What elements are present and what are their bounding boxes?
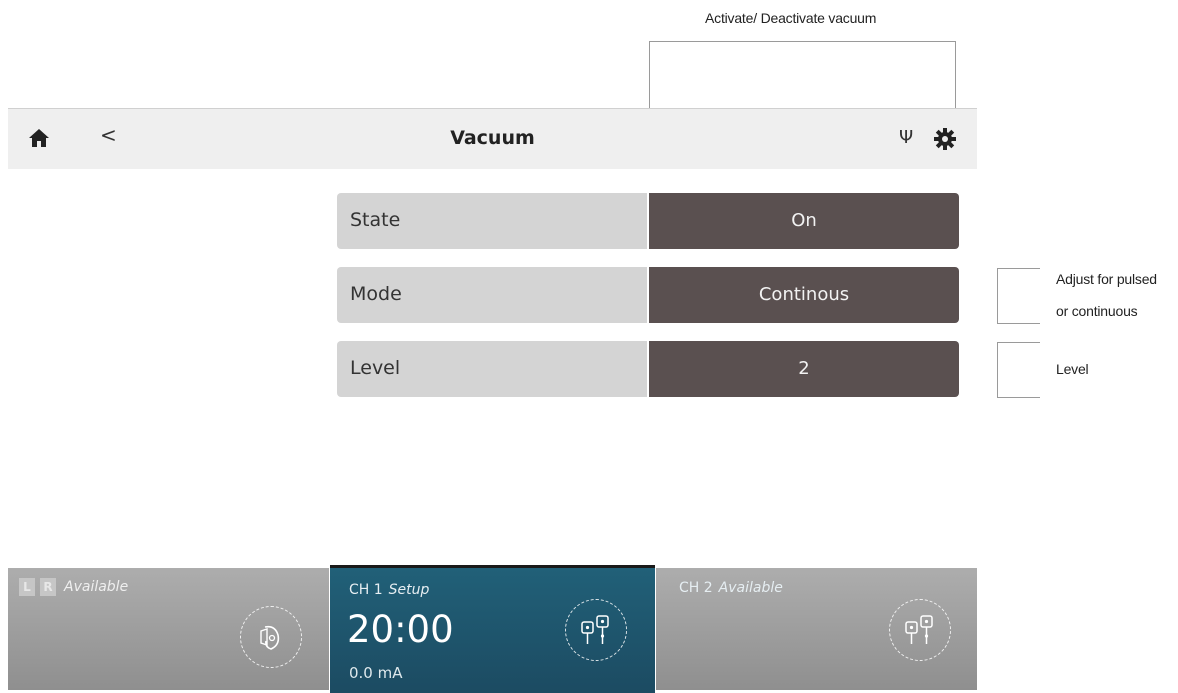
setting-row-level: Level 2 [337, 341, 959, 397]
ch1-panel[interactable]: CH 1 Setup 20:00 0.0 mA [330, 565, 655, 693]
ch1-header: CH 1 Setup [349, 582, 429, 598]
page-title: Vacuum [450, 127, 535, 149]
ch2-header: CH 2 Available [679, 580, 783, 596]
setting-label-cell: State [337, 193, 647, 249]
ch2-status: Available [718, 580, 783, 596]
lr-channel-panel[interactable]: L R Available [8, 568, 329, 690]
ch1-name: CH 1 [349, 582, 383, 598]
electrode-icon[interactable] [889, 599, 951, 661]
ch2-panel[interactable]: CH 2 Available [656, 568, 977, 690]
top-bar: < Vacuum Ψ [8, 108, 977, 169]
right-badge: R [40, 578, 56, 596]
ch1-current: 0.0 mA [349, 664, 403, 682]
annotation-mode-line2: or continuous [1056, 303, 1138, 319]
mode-value-button[interactable]: Continous [649, 267, 959, 323]
setting-value: 2 [798, 358, 810, 379]
setting-value: Continous [758, 284, 850, 305]
device-screen: < Vacuum Ψ State On Mode Continous Level [8, 108, 977, 693]
setting-label-cell: Level [337, 341, 647, 397]
ch1-status: Setup [388, 582, 430, 598]
annotation-line-top [649, 41, 955, 42]
setting-label: Mode [350, 283, 402, 305]
setting-label: State [350, 209, 401, 231]
usb-icon: Ψ [899, 127, 914, 148]
annotation-bracket-mode [997, 268, 1040, 324]
ch1-timer: 20:00 [347, 608, 454, 651]
setting-row-mode: Mode Continous [337, 267, 959, 323]
annotation-mode-line1: Adjust for pulsed [1056, 271, 1157, 287]
ear-clip-icon[interactable] [240, 606, 302, 668]
annotation-level: Level [1056, 361, 1089, 377]
electrode-icon[interactable] [565, 599, 627, 661]
level-value-button[interactable]: 2 [649, 341, 959, 397]
state-value-button[interactable]: On [649, 193, 959, 249]
setting-value: On [791, 210, 817, 231]
left-badge: L [19, 578, 35, 596]
setting-label: Level [350, 357, 401, 379]
ch2-name: CH 2 [679, 580, 713, 596]
annotation-bracket-level [997, 342, 1040, 398]
lr-status: Available [64, 579, 129, 595]
annotation-vacuum-toggle: Activate/ Deactivate vacuum [705, 10, 877, 26]
setting-row-state: State On [337, 193, 959, 249]
gear-icon[interactable] [933, 127, 957, 151]
setting-label-cell: Mode [337, 267, 647, 323]
